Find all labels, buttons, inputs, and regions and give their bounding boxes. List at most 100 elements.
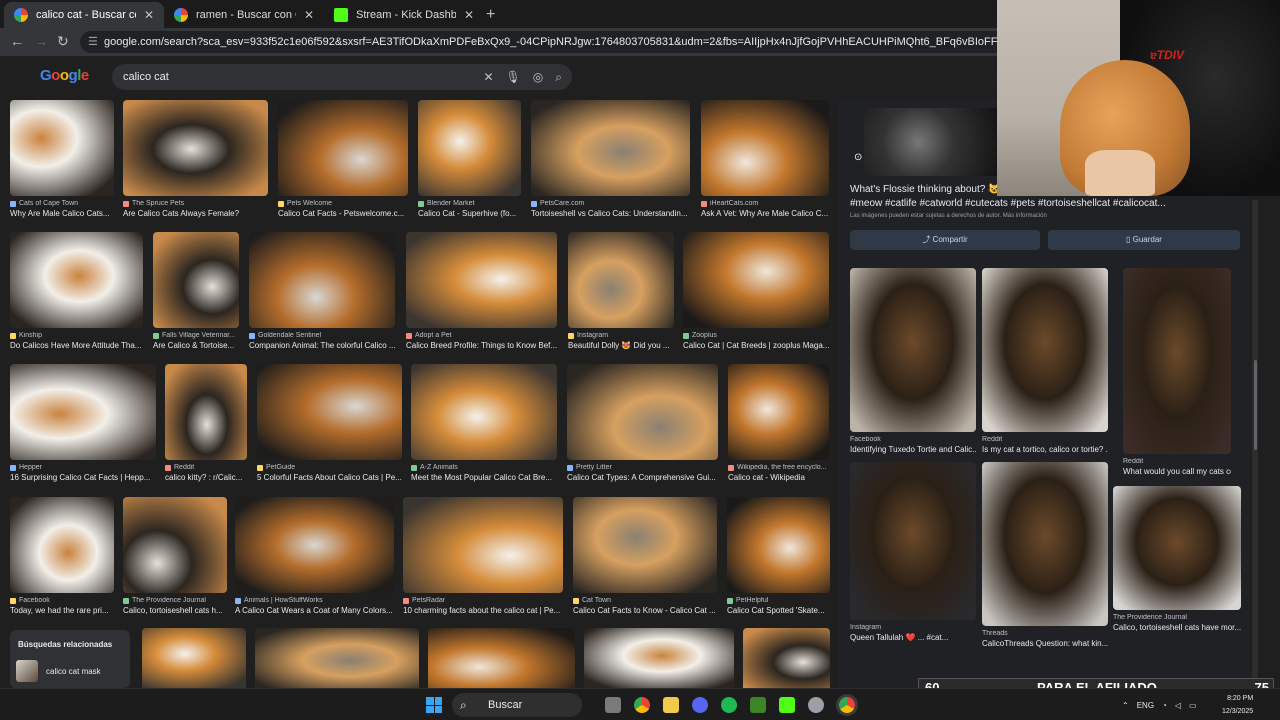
- related-image-caption[interactable]: What would you call my cats color ...: [1123, 467, 1231, 476]
- image-result-thumbnail[interactable]: [123, 100, 268, 196]
- related-image-thumbnail[interactable]: [850, 462, 976, 620]
- image-result-thumbnail[interactable]: [683, 232, 829, 328]
- scrollbar-thumb[interactable]: [1254, 360, 1257, 450]
- image-result-thumbnail[interactable]: [235, 497, 394, 593]
- image-result-caption[interactable]: Calico, tortoiseshell cats h...: [123, 606, 227, 615]
- related-image-caption[interactable]: Identifying Tuxedo Tortie and Calic...: [850, 445, 976, 454]
- image-result-source[interactable]: The Spruce Pets: [123, 200, 268, 207]
- lens-icon[interactable]: ⊙: [854, 152, 862, 163]
- image-result-caption[interactable]: Are Calico Cats Always Female?: [123, 209, 268, 218]
- search-icon[interactable]: ⌕: [555, 64, 562, 90]
- related-image-source[interactable]: Instagram: [850, 624, 976, 631]
- close-icon[interactable]: ✕: [144, 8, 154, 22]
- image-result-caption[interactable]: Calico Cat - Superhive (fo...: [418, 209, 521, 218]
- google-logo[interactable]: Google: [40, 67, 89, 84]
- language-indicator[interactable]: ENG: [1137, 701, 1154, 710]
- forward-icon[interactable]: →: [34, 33, 48, 49]
- image-result-thumbnail[interactable]: [428, 628, 575, 688]
- image-result-caption[interactable]: Companion Animal: The colorful Calico ..…: [249, 341, 395, 350]
- image-result-source[interactable]: PetHelpful: [727, 597, 830, 604]
- image-result-thumbnail[interactable]: [568, 232, 674, 328]
- related-image-source[interactable]: Reddit: [982, 436, 1108, 443]
- chrome-active-icon[interactable]: [839, 697, 855, 713]
- related-image-caption[interactable]: Is my cat a tortico, calico or tortie? .…: [982, 445, 1108, 454]
- image-result-caption[interactable]: Calico Cat Spotted 'Skate...: [727, 606, 830, 615]
- image-result-caption[interactable]: calico kitty? : r/Calic...: [165, 473, 247, 482]
- close-icon[interactable]: ✕: [464, 8, 474, 22]
- image-result-caption[interactable]: Meet the Most Popular Calico Cat Bre...: [411, 473, 557, 482]
- image-result-caption[interactable]: Calico cat - Wikipedia: [728, 473, 829, 482]
- chevron-up-icon[interactable]: ⌃: [1122, 701, 1129, 710]
- related-image-thumbnail[interactable]: [1113, 486, 1241, 610]
- image-result-thumbnail[interactable]: [123, 497, 227, 593]
- image-result-source[interactable]: PetsRadar: [403, 597, 563, 604]
- image-result-source[interactable]: Falls Village Veterinar...: [153, 332, 239, 339]
- image-result-source[interactable]: Cats of Cape Town: [10, 200, 114, 207]
- kick-icon[interactable]: [779, 697, 795, 713]
- chrome-icon[interactable]: [634, 697, 650, 713]
- image-result-caption[interactable]: Why Are Male Calico Cats...: [10, 209, 114, 218]
- image-result-thumbnail[interactable]: [278, 100, 408, 196]
- image-result-source[interactable]: Adopt a Pet: [406, 332, 557, 339]
- image-result-caption[interactable]: Tortoiseshell vs Calico Cats: Understand…: [531, 209, 690, 218]
- image-result-source[interactable]: PetGuide: [257, 464, 402, 471]
- image-result-caption[interactable]: Are Calico & Tortoise...: [153, 341, 239, 350]
- tab-kick-dashboard[interactable]: Stream - Kick Dashboard ✕: [324, 2, 484, 28]
- image-result-thumbnail[interactable]: [257, 364, 402, 460]
- image-result-source[interactable]: Hepper: [10, 464, 156, 471]
- wifi-icon[interactable]: ◔: [1162, 701, 1167, 710]
- image-result-thumbnail[interactable]: [249, 232, 395, 328]
- image-result-source[interactable]: Instagram: [568, 332, 674, 339]
- windows-start-icon[interactable]: [426, 697, 442, 713]
- related-image-source[interactable]: Facebook: [850, 436, 976, 443]
- related-image-caption[interactable]: Queen Tallulah ❤️ ... #cat...: [850, 633, 976, 642]
- image-result-thumbnail[interactable]: [531, 100, 690, 196]
- image-result-source[interactable]: Pretty Litter: [567, 464, 718, 471]
- image-result-thumbnail[interactable]: [567, 364, 718, 460]
- back-icon[interactable]: ←: [10, 33, 24, 49]
- image-result-caption[interactable]: Calico Cat Types: A Comprehensive Gui...: [567, 473, 718, 482]
- image-result-caption[interactable]: 10 charming facts about the calico cat |…: [403, 606, 563, 615]
- image-result-source[interactable]: PetsCare.com: [531, 200, 690, 207]
- related-image-caption[interactable]: CalicoThreads Question: what kin...: [982, 639, 1108, 648]
- share-button[interactable]: ⤴ Compartir: [850, 230, 1040, 250]
- tab-ramen[interactable]: ramen - Buscar con Google ✕: [164, 2, 324, 28]
- close-icon[interactable]: ✕: [304, 8, 314, 22]
- image-result-source[interactable]: A-Z Animals: [411, 464, 557, 471]
- image-result-thumbnail[interactable]: [743, 628, 830, 688]
- image-result-source[interactable]: Cat Town: [573, 597, 717, 604]
- reload-icon[interactable]: ↻: [57, 33, 69, 50]
- image-result-caption[interactable]: Calico Cat | Cat Breeds | zooplus Maga..…: [683, 341, 829, 350]
- obs-icon[interactable]: [808, 697, 824, 713]
- clear-icon[interactable]: ✕: [483, 64, 493, 90]
- image-result-thumbnail[interactable]: [406, 232, 557, 328]
- image-result-thumbnail[interactable]: [10, 364, 156, 460]
- taskbar-search[interactable]: ⌕ Buscar: [452, 693, 582, 717]
- related-image-thumbnail[interactable]: [850, 268, 976, 432]
- file-explorer-icon[interactable]: [663, 697, 679, 713]
- image-result-source[interactable]: Facebook: [10, 597, 114, 604]
- microphone-icon[interactable]: 🎙: [506, 64, 521, 90]
- image-result-source[interactable]: Pets Welcome: [278, 200, 408, 207]
- image-result-source[interactable]: Goldendale Sentinel: [249, 332, 395, 339]
- image-result-thumbnail[interactable]: [411, 364, 557, 460]
- related-image-caption[interactable]: Calico, tortoiseshell cats have mor...: [1113, 623, 1241, 632]
- lens-icon[interactable]: ◎: [533, 64, 543, 90]
- image-result-thumbnail[interactable]: [403, 497, 563, 593]
- image-result-caption[interactable]: Calico Cat Facts - Petswelcome.c...: [278, 209, 408, 218]
- image-result-thumbnail[interactable]: [142, 628, 246, 688]
- search-input[interactable]: calico cat ✕ 🎙 ◎ ⌕: [112, 64, 572, 90]
- image-result-caption[interactable]: Beautiful Dolly 😻 Did you ...: [568, 341, 674, 350]
- image-result-thumbnail[interactable]: [10, 497, 114, 593]
- related-image-thumbnail[interactable]: [982, 268, 1108, 432]
- related-image-thumbnail[interactable]: [1123, 268, 1231, 454]
- image-result-source[interactable]: Zooplus: [683, 332, 829, 339]
- related-image-source[interactable]: The Providence Journal: [1113, 614, 1241, 621]
- image-result-caption[interactable]: Calico Breed Profile: Things to Know Bef…: [406, 341, 557, 350]
- site-info-icon[interactable]: ☰: [88, 31, 98, 53]
- image-result-thumbnail[interactable]: [153, 232, 239, 328]
- image-result-source[interactable]: Kinship: [10, 332, 143, 339]
- preview-title[interactable]: What's Flossie thinking about? 😺: [850, 184, 1001, 195]
- image-result-caption[interactable]: Calico Cat Facts to Know - Calico Cat ..…: [573, 606, 717, 615]
- minecraft-icon[interactable]: [750, 697, 766, 713]
